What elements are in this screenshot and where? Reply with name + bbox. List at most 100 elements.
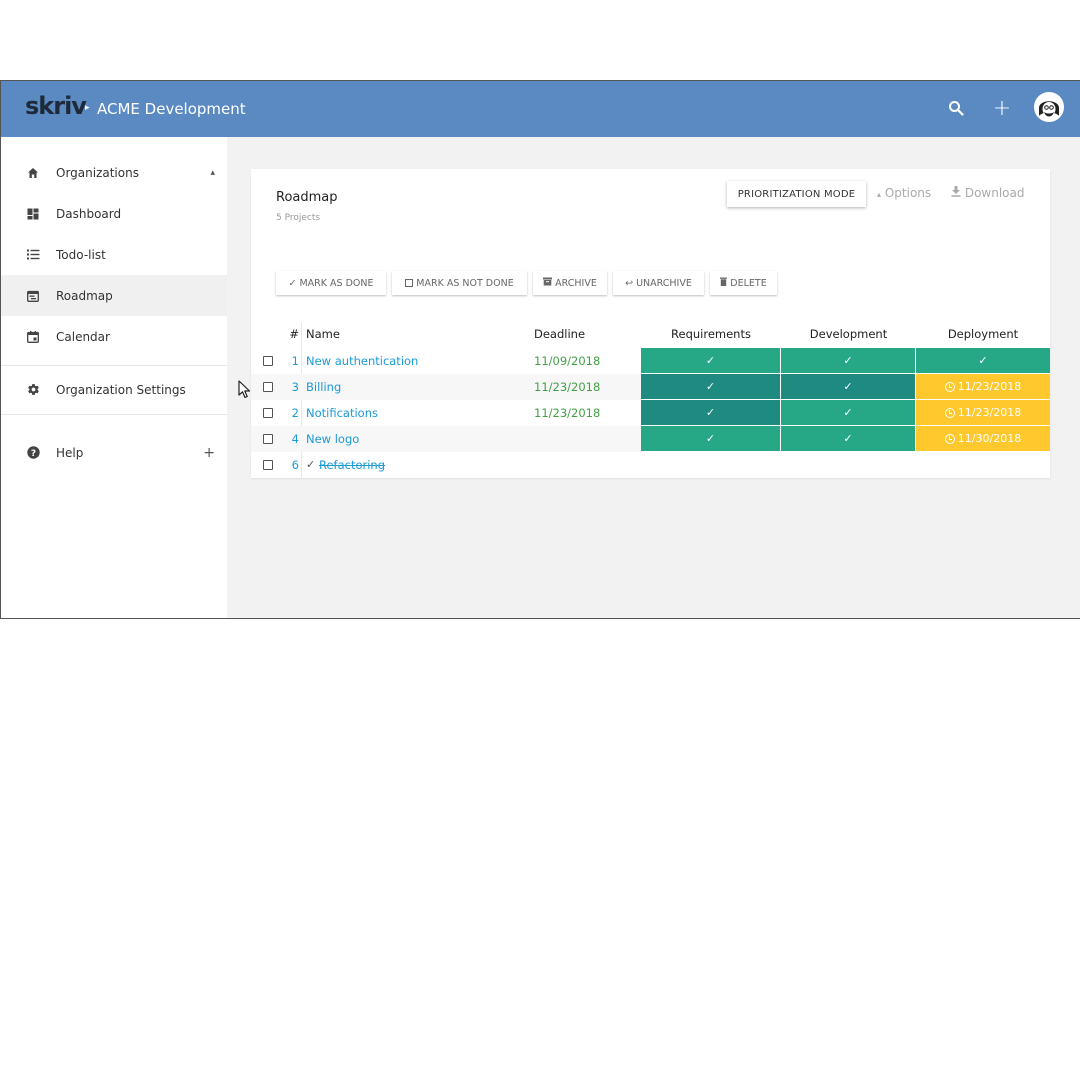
download-button[interactable]: Download — [951, 186, 1024, 200]
table-row: 6 ✓ Refactoring — [251, 452, 1050, 478]
organization-title[interactable]: ACME Development — [97, 100, 246, 118]
mark-as-done-button[interactable]: ✓ MARK AS DONE — [276, 271, 386, 295]
unarchive-button[interactable]: ↩ UNARCHIVE — [613, 271, 704, 295]
search-icon — [949, 101, 964, 116]
sidebar-item-help[interactable]: ? Help + — [1, 432, 227, 473]
chevron-up-icon[interactable]: ▴ — [210, 168, 215, 178]
column-header-requirements[interactable]: Requirements — [641, 322, 781, 346]
delete-button[interactable]: DELETE — [710, 271, 777, 295]
sidebar-item-label: Organization Settings — [56, 382, 186, 397]
requirements-status-cell[interactable]: ✓ — [641, 348, 781, 374]
mark-as-done-label: MARK AS DONE — [299, 277, 374, 289]
sidebar-item-organizations[interactable]: Organizations ▴ — [1, 152, 227, 193]
breadcrumb-separator-icon: ▸ — [85, 103, 90, 113]
deadline: 11/09/2018 — [534, 354, 601, 368]
deadline: 11/23/2018 — [534, 406, 601, 420]
undo-icon: ↩ — [625, 277, 634, 289]
home-icon — [25, 165, 41, 181]
row-number[interactable]: 1 — [283, 354, 299, 368]
row-checkbox[interactable] — [263, 356, 273, 366]
column-header-name[interactable]: Name — [306, 322, 340, 346]
sidebar-item-dashboard[interactable]: Dashboard — [1, 193, 227, 234]
development-status-cell[interactable]: ✓ — [781, 348, 916, 374]
delete-label: DELETE — [730, 277, 767, 289]
sidebar-item-label: Help — [56, 445, 84, 460]
check-icon: ✓ — [843, 406, 853, 419]
project-name-link[interactable]: Notifications — [306, 406, 378, 420]
user-avatar[interactable] — [1034, 92, 1064, 122]
prioritization-mode-button[interactable]: PRIORITIZATION MODE — [727, 181, 866, 207]
plus-icon[interactable]: + — [203, 445, 215, 461]
page-title: Roadmap — [276, 190, 338, 205]
check-icon: ✓ — [843, 380, 853, 393]
deployment-date: 11/23/2018 — [957, 406, 1022, 419]
top-bar: skriv ▸ ACME Development + — [1, 81, 1080, 137]
row-number[interactable]: 4 — [283, 432, 299, 446]
column-header-deadline[interactable]: Deadline — [534, 322, 585, 346]
sidebar-item-organization-settings[interactable]: Organization Settings — [1, 369, 227, 410]
sidebar-divider — [1, 414, 227, 415]
svg-text:?: ? — [30, 449, 35, 459]
requirements-status-cell[interactable]: ✓ — [641, 400, 781, 426]
sidebar-item-label: Roadmap — [56, 288, 113, 303]
project-name-link[interactable]: Refactoring — [319, 458, 385, 472]
sidebar-item-label: Calendar — [56, 329, 110, 344]
project-name-link[interactable]: Billing — [306, 380, 341, 394]
download-icon — [951, 186, 965, 200]
column-header-development[interactable]: Development — [781, 322, 916, 346]
check-icon: ✓ — [978, 354, 988, 367]
deployment-status-cell[interactable]: 11/30/2018 — [916, 426, 1050, 452]
mouse-cursor-icon — [238, 380, 251, 399]
column-header-number[interactable]: # — [283, 322, 299, 346]
app-window: skriv ▸ ACME Development + Organizations… — [0, 80, 1080, 619]
chevron-up-icon: ▴ — [877, 190, 882, 199]
project-name-link[interactable]: New authentication — [306, 354, 418, 368]
row-number[interactable]: 3 — [283, 380, 299, 394]
table-row: 1 New authentication 11/09/2018 ✓ ✓ ✓ — [251, 348, 1050, 374]
table-row: 4 New logo ✓ ✓ 11/30/2018 — [251, 426, 1050, 452]
sidebar-item-todo-list[interactable]: Todo-list — [1, 234, 227, 275]
add-button[interactable]: + — [989, 95, 1015, 121]
sidebar-item-roadmap[interactable]: Roadmap — [1, 275, 227, 316]
help-icon: ? — [25, 445, 41, 461]
roadmap-card: Roadmap 5 Projects PRIORITIZATION MODE ▴… — [251, 169, 1050, 479]
deployment-date: 11/23/2018 — [957, 380, 1022, 393]
plus-icon: + — [992, 95, 1012, 121]
table-row: 2 Notifications 11/23/2018 ✓ ✓ 11/23/201… — [251, 400, 1050, 426]
project-name-link[interactable]: New logo — [306, 432, 359, 446]
deployment-status-cell[interactable]: 11/23/2018 — [916, 400, 1050, 426]
options-label: Options — [884, 186, 932, 200]
check-icon: ✓ — [843, 354, 853, 367]
trash-icon — [720, 277, 728, 289]
row-checkbox[interactable] — [263, 434, 273, 444]
clock-icon — [944, 433, 955, 444]
row-checkbox[interactable] — [263, 408, 273, 418]
development-status-cell[interactable]: ✓ — [781, 374, 916, 400]
development-status-cell[interactable]: ✓ — [781, 400, 916, 426]
check-icon: ✓ — [705, 406, 716, 419]
row-checkbox[interactable] — [263, 460, 273, 470]
archive-label: ARCHIVE — [555, 277, 597, 289]
column-header-deployment[interactable]: Deployment — [916, 322, 1050, 346]
checkbox-outline-icon — [405, 279, 414, 287]
sidebar: Organizations ▴ Dashboard Todo-list Road… — [1, 137, 227, 618]
mark-as-not-done-button[interactable]: MARK AS NOT DONE — [392, 271, 527, 295]
search-button[interactable] — [943, 95, 969, 121]
requirements-status-cell[interactable]: ✓ — [641, 426, 781, 452]
row-number[interactable]: 2 — [283, 406, 299, 420]
requirements-status-cell[interactable]: ✓ — [641, 374, 781, 400]
row-checkbox[interactable] — [263, 382, 273, 392]
check-icon: ✓ — [288, 277, 297, 289]
options-button[interactable]: ▴ Options — [877, 186, 931, 200]
row-number[interactable]: 6 — [283, 458, 299, 472]
development-status-cell[interactable]: ✓ — [781, 426, 916, 452]
check-icon: ✓ — [705, 354, 716, 367]
download-label: Download — [964, 186, 1025, 200]
sidebar-item-calendar[interactable]: Calendar — [1, 316, 227, 357]
app-logo[interactable]: skriv — [25, 92, 87, 120]
archive-button[interactable]: ARCHIVE — [533, 271, 607, 295]
clock-icon — [944, 381, 955, 392]
check-icon: ✓ — [705, 432, 716, 445]
deployment-status-cell[interactable]: 11/23/2018 — [916, 374, 1050, 400]
deployment-status-cell[interactable]: ✓ — [916, 348, 1050, 374]
